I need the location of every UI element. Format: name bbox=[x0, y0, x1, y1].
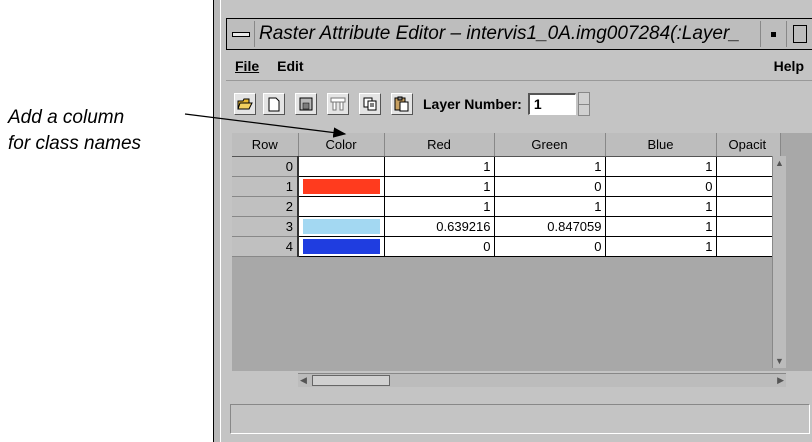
callout-arrow bbox=[184, 113, 347, 138]
screenshot-stage: Add a column for class names Raster Attr… bbox=[0, 0, 812, 442]
